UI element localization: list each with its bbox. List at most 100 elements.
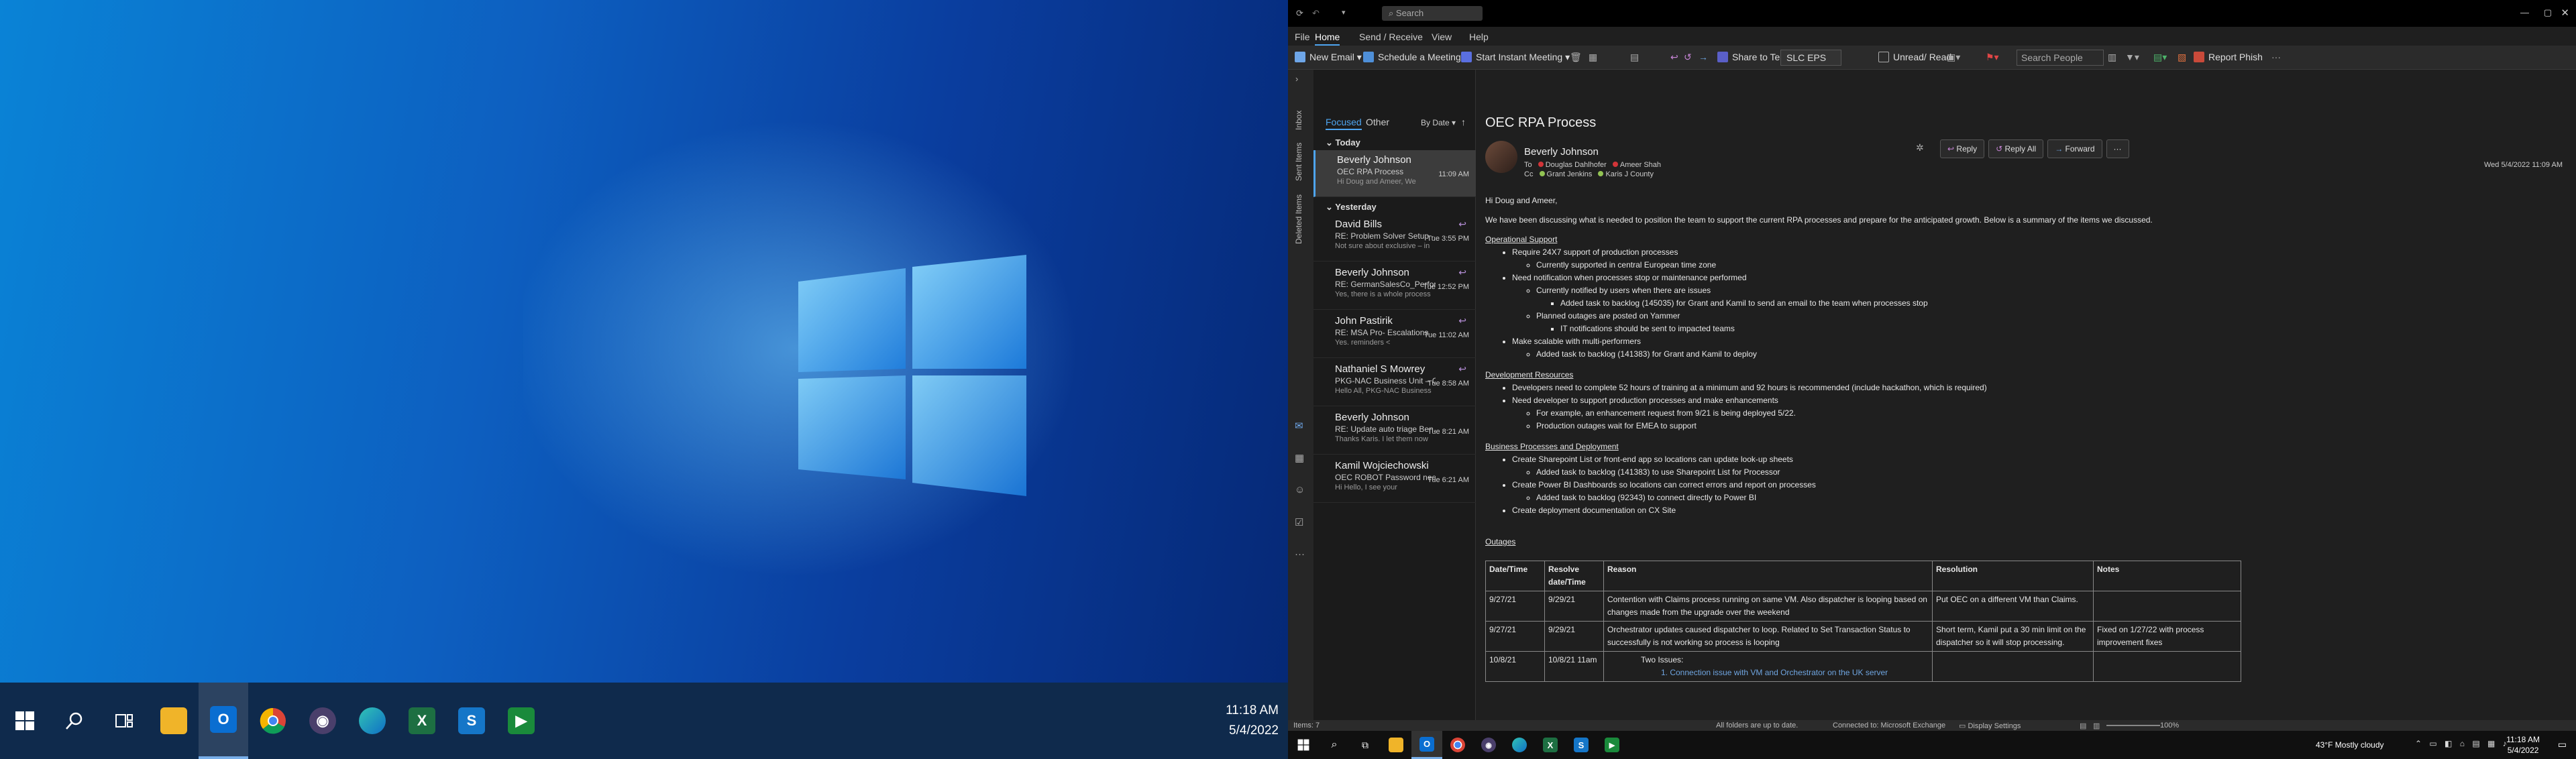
reading-view-icon[interactable]: ▥ (2093, 721, 2100, 730)
windows-start-icon[interactable] (0, 683, 50, 759)
task-view-icon[interactable] (99, 683, 149, 759)
close-button[interactable]: ✕ (2561, 7, 2569, 19)
menu-view[interactable]: View (1432, 32, 1452, 42)
system-tray-icons[interactable]: ⌃ ▭ ◧ ⌂ ▤ ▦ ♪ (2415, 739, 2510, 748)
tasks-nav-icon[interactable]: ☑ (1295, 516, 1303, 528)
normal-view-icon[interactable]: ▤ (2080, 721, 2086, 730)
obs-icon[interactable]: ◉ (1473, 731, 1504, 759)
avatar[interactable] (1485, 141, 1517, 173)
flag-icon[interactable]: ⚑▾ (1986, 52, 1999, 63)
group-today[interactable]: ⌄ Today (1313, 135, 1476, 150)
sensitivity-icon[interactable]: ✲ (1916, 142, 1924, 154)
delete-icon[interactable]: 🗑 (1570, 52, 1582, 63)
message-sender[interactable]: Beverly Johnson (1524, 146, 1599, 158)
chrome-icon[interactable] (248, 683, 298, 759)
nav-deleted[interactable]: Deleted Items (1294, 194, 1303, 244)
expand-folders-icon[interactable]: › (1295, 74, 1298, 84)
more-actions-button[interactable]: ··· (2106, 139, 2129, 158)
sort-direction-icon[interactable]: ↑ (1461, 117, 1466, 127)
group-yesterday[interactable]: ⌄ Yesterday (1313, 200, 1476, 215)
reply-icon[interactable]: ↩ (1670, 52, 1678, 63)
list-item[interactable]: Nathaniel S Mowrey PKG-NAC Business Unit… (1313, 359, 1476, 406)
bullet: Make scalable with multi-performers (1512, 335, 2518, 348)
cc-recipient[interactable]: Grant Jenkins (1547, 170, 1593, 178)
task-view-icon[interactable]: ⧉ (1350, 731, 1381, 759)
list-item[interactable]: John Pastirik RE: MSA Pro- Escalations Y… (1313, 311, 1476, 358)
bullet: Create Power BI Dashboards so locations … (1512, 479, 2518, 491)
people-nav-icon[interactable]: ☺ (1295, 484, 1305, 495)
nav-inbox[interactable]: Inbox (1294, 111, 1303, 130)
list-item[interactable]: Beverly Johnson RE: Update auto triage B… (1313, 408, 1476, 455)
cc-recipient[interactable]: Karis J County (1605, 170, 1654, 178)
forward-button[interactable]: → Forward (2047, 139, 2102, 158)
reply-button[interactable]: ↩ Reply (1940, 139, 1985, 158)
excel-icon[interactable]: X (397, 683, 447, 759)
report-phish-button[interactable]: Report Phish (2194, 52, 2263, 62)
qat-dropdown-icon[interactable]: ▾ (1342, 8, 1346, 17)
maximize-button[interactable]: ▢ (2544, 7, 2552, 18)
edge-icon[interactable] (347, 683, 397, 759)
list-item[interactable]: Beverly Johnson RE: GermanSalesCo_Perfor… (1313, 263, 1476, 310)
quickstep-dropdown[interactable]: SLC EPS (1780, 50, 1842, 66)
schedule-meeting-button[interactable]: Schedule a Meeting ▾ (1363, 52, 1468, 63)
reply-all-icon[interactable]: ↺ (1684, 52, 1692, 63)
rules-icon[interactable]: ▧ (2178, 52, 2186, 63)
more-apps-icon[interactable]: ··· (1295, 548, 1305, 560)
app-s-icon[interactable]: S (1566, 731, 1597, 759)
app-green-icon[interactable]: ▶ (1597, 731, 1627, 759)
undo-icon[interactable]: ↶ (1312, 8, 1320, 19)
windows-start-icon[interactable] (1288, 731, 1319, 759)
nav-sent[interactable]: Sent Items (1294, 143, 1303, 181)
search-icon[interactable]: ⌕ (1319, 731, 1350, 759)
list-item-subject: OEC ROBOT Password nee... (1335, 473, 1436, 482)
reply-all-button[interactable]: ↺ Reply All (1988, 139, 2044, 158)
forward-icon[interactable]: → (1699, 52, 1708, 62)
title-search-input[interactable]: ⌕ Search (1382, 6, 1483, 21)
add-in-icon[interactable]: ▤▾ (2153, 52, 2167, 63)
left-clock[interactable]: 11:18 AM 5/4/2022 (1226, 683, 1279, 759)
unread-read-button[interactable]: Unread/ Read (1878, 52, 1951, 62)
list-item[interactable]: Kamil Wojciechowski OEC ROBOT Password n… (1313, 456, 1476, 503)
tab-focused[interactable]: Focused (1326, 117, 1362, 130)
display-settings-button[interactable]: ▭ Display Settings (1959, 721, 2021, 730)
edge-icon[interactable] (1504, 731, 1535, 759)
menu-send-receive[interactable]: Send / Receive (1359, 32, 1423, 42)
weather-widget[interactable]: 43°F Mostly cloudy (2316, 740, 2384, 750)
notification-icon[interactable]: ▭ (2558, 739, 2567, 750)
mail-nav-icon[interactable]: ✉ (1295, 420, 1303, 432)
categorize-icon[interactable]: ▣▾ (1947, 52, 1960, 63)
obs-icon[interactable]: ◉ (298, 683, 347, 759)
sort-by-date[interactable]: By Date ▾ (1421, 118, 1456, 127)
app-s-icon[interactable]: S (447, 683, 496, 759)
menu-help[interactable]: Help (1469, 32, 1489, 42)
search-icon[interactable] (50, 683, 99, 759)
file-explorer-icon[interactable] (149, 683, 199, 759)
app-green-icon[interactable]: ▶ (496, 683, 546, 759)
right-clock[interactable]: 11:18 AM 5/4/2022 (2506, 731, 2540, 759)
instant-meeting-button[interactable]: Start Instant Meeting ▾ (1461, 52, 1570, 63)
to-recipient[interactable]: Douglas Dahlhofer (1546, 161, 1607, 169)
zoom-slider[interactable] (2106, 725, 2160, 726)
list-item[interactable]: Beverly Johnson OEC RPA Process Hi Doug … (1313, 150, 1476, 197)
more-options-icon[interactable]: ··· (2271, 52, 2281, 62)
outlook-icon[interactable]: O (1411, 731, 1442, 759)
calendar-nav-icon[interactable]: ▦ (1295, 452, 1304, 464)
address-book-icon[interactable]: ▥ (2108, 52, 2116, 63)
new-email-button[interactable]: New Email ▾ (1295, 52, 1362, 63)
sync-icon[interactable]: ⟳ (1296, 8, 1303, 19)
menu-file[interactable]: File (1295, 32, 1310, 42)
excel-icon[interactable]: X (1535, 731, 1566, 759)
to-recipient[interactable]: Ameer Shah (1620, 161, 1661, 169)
move-icon[interactable]: ▤ (1630, 52, 1639, 63)
outlook-icon[interactable]: O (199, 683, 248, 759)
minimize-button[interactable]: — (2520, 7, 2529, 17)
chrome-icon[interactable] (1442, 731, 1473, 759)
file-explorer-icon[interactable] (1381, 731, 1411, 759)
search-people-input[interactable]: Search People (2017, 50, 2104, 66)
reply-icon: ↩ (1947, 144, 1955, 154)
tab-other[interactable]: Other (1366, 117, 1389, 127)
filter-icon[interactable]: ▼▾ (2125, 52, 2139, 63)
menu-home[interactable]: Home (1315, 32, 1340, 46)
archive-icon[interactable]: ▦ (1589, 52, 1597, 63)
list-item[interactable]: David Bills RE: Problem Solver Setup - .… (1313, 215, 1476, 261)
